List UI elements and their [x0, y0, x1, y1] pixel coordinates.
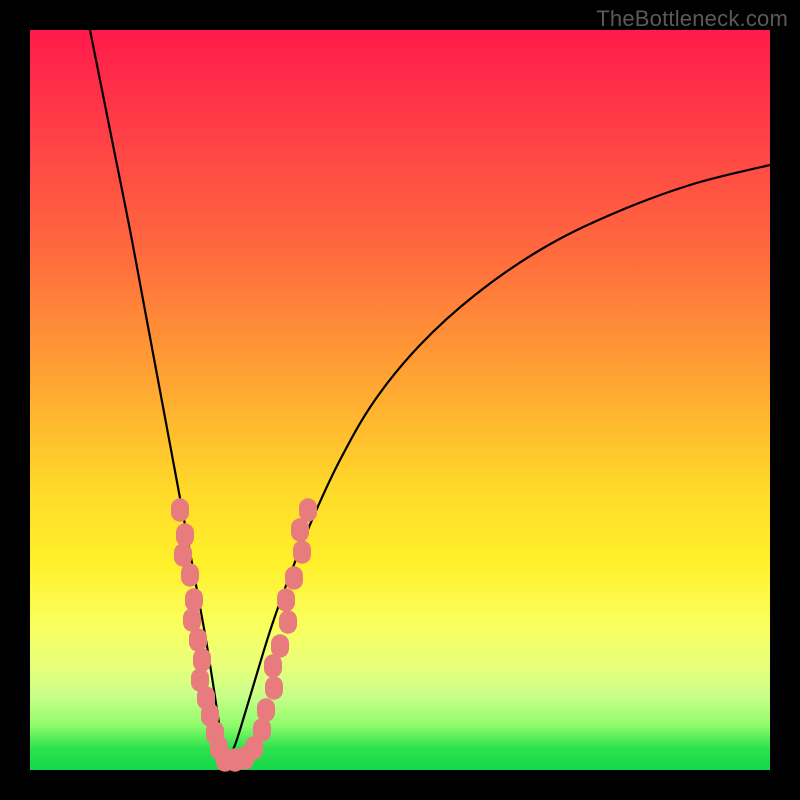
curve-right-arm — [225, 165, 770, 765]
bead-group — [171, 498, 317, 771]
bead-marker — [285, 566, 303, 589]
bead-marker — [183, 608, 201, 631]
bead-marker — [174, 543, 192, 566]
curve-layer — [30, 30, 770, 770]
bead-marker — [257, 698, 275, 721]
bead-marker — [291, 518, 309, 541]
bead-marker — [181, 563, 199, 586]
bead-marker — [253, 718, 271, 741]
chart-frame: TheBottleneck.com — [0, 0, 800, 800]
bead-marker — [264, 654, 282, 677]
bead-marker — [185, 588, 203, 611]
bead-marker — [193, 648, 211, 671]
bead-marker — [293, 540, 311, 563]
bead-marker — [277, 588, 295, 611]
watermark-label: TheBottleneck.com — [596, 6, 788, 32]
bead-marker — [176, 523, 194, 546]
bead-marker — [265, 676, 283, 699]
bead-marker — [171, 498, 189, 521]
bead-marker — [299, 498, 317, 521]
bead-marker — [271, 634, 289, 657]
plot-area — [30, 30, 770, 770]
bead-marker — [279, 610, 297, 633]
bead-marker — [189, 628, 207, 651]
